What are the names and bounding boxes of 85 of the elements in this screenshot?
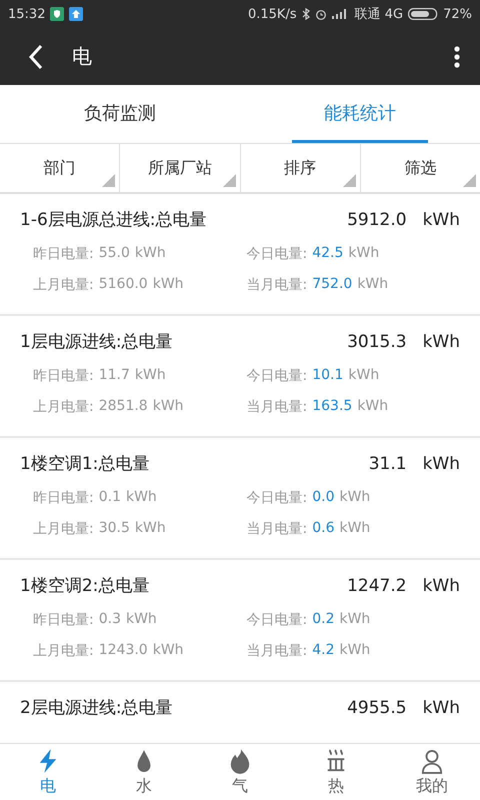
stat-unit: kWh (126, 611, 157, 629)
stat-value: 4.2 (312, 642, 334, 660)
stat-unit: kWh (357, 398, 388, 416)
lightning-icon[interactable] (37, 748, 59, 774)
stat-label: 昨日电量: (33, 489, 94, 507)
stat-unit: kWh (339, 489, 370, 507)
stat-label: 上月电量: (33, 520, 94, 538)
radiator-icon[interactable] (325, 748, 347, 774)
network-speed: 0.15K/s (248, 6, 297, 22)
stat-label: 昨日电量: (33, 367, 94, 385)
stat-label: 今日电量: (246, 611, 308, 629)
stat-label: 今日电量: (246, 245, 308, 263)
stat-unit: kWh (348, 245, 380, 263)
stat-unit: kWh (339, 642, 370, 660)
stat-value: 1243.0 (98, 642, 148, 660)
stat-unit: kWh (152, 276, 184, 294)
stat-label: 昨日电量: (33, 611, 94, 629)
stat-value: 0.6 (312, 520, 334, 538)
stat-value: 0.1 (98, 489, 121, 507)
more-vertical-icon[interactable] (454, 46, 460, 68)
nav-tab[interactable]: 水 (96, 744, 192, 800)
meter-name: 2层电源进线:总电量 (20, 697, 174, 719)
stat-label: 当月电量: (246, 276, 308, 294)
person-icon[interactable] (421, 748, 443, 774)
stat-unit: kWh (152, 398, 184, 416)
stat-unit: kWh (152, 642, 184, 660)
stat-value: 42.5 (312, 245, 344, 263)
app-notification-icon (69, 7, 84, 21)
stat-label: 当月电量: (246, 642, 308, 660)
battery-icon (408, 8, 438, 20)
total-unit: kWh (422, 576, 460, 596)
total-value: 1247.2 (347, 576, 407, 596)
total-value: 31.1 (368, 454, 407, 474)
flame-icon[interactable] (229, 748, 251, 774)
page-title: 电 (72, 43, 93, 70)
meter-name: 1楼空调2:总电量 (20, 575, 150, 597)
stat-value: 0.0 (312, 489, 334, 507)
stat-label: 昨日电量: (33, 245, 94, 263)
meter-name: 1-6层电源总进线:总电量 (20, 209, 208, 231)
stat-label: 当月电量: (246, 398, 308, 416)
stat-value: 752.0 (312, 276, 352, 294)
stat-unit: kWh (339, 520, 370, 538)
stat-label: 今日电量: (246, 367, 308, 385)
stat-unit: kWh (348, 367, 380, 385)
stat-label: 上月电量: (33, 642, 94, 660)
status-time: 15:32 (8, 6, 46, 22)
stat-unit: kWh (134, 367, 166, 385)
total-unit: kWh (422, 698, 460, 718)
stat-value: 55.0 (98, 245, 130, 263)
stat-value: 11.7 (98, 367, 130, 385)
meter-name: 1层电源进线:总电量 (20, 331, 174, 353)
stat-label: 当月电量: (246, 520, 308, 538)
stat-unit: kWh (339, 611, 370, 629)
stat-unit: kWh (126, 489, 157, 507)
nav-tab[interactable]: 电 (0, 744, 96, 800)
stat-value: 2851.8 (98, 398, 148, 416)
stat-label: 上月电量: (33, 398, 94, 416)
total-value: 3015.3 (347, 332, 407, 352)
stat-unit: kWh (134, 245, 166, 263)
bluetooth-icon (302, 8, 310, 20)
stat-value: 30.5 (98, 520, 130, 538)
carrier-label: 联通 4G (354, 6, 404, 23)
shield-app-icon (50, 7, 64, 21)
stat-value: 0.2 (312, 611, 334, 629)
nav-tab[interactable]: 我的 (384, 744, 480, 800)
stat-value: 5160.0 (98, 276, 148, 294)
stat-value: 0.3 (98, 611, 121, 629)
stat-value: 10.1 (312, 367, 344, 385)
total-value: 4955.5 (347, 698, 407, 718)
nav-tab[interactable]: 热 (288, 744, 384, 800)
nav-tab[interactable]: 气 (192, 744, 288, 800)
stat-label: 上月电量: (33, 276, 94, 294)
total-unit: kWh (422, 454, 460, 474)
total-unit: kWh (422, 332, 460, 352)
stat-value: 163.5 (312, 398, 352, 416)
stat-label: 今日电量: (246, 489, 308, 507)
alarm-icon (314, 8, 327, 20)
meter-name: 1楼空调1:总电量 (20, 453, 150, 475)
stat-unit: kWh (134, 520, 166, 538)
tab[interactable]: 负荷监测 (52, 85, 188, 143)
total-unit: kWh (422, 210, 460, 230)
battery-percent: 72% (443, 6, 472, 22)
total-value: 5912.0 (347, 210, 407, 230)
stat-unit: kWh (357, 276, 388, 294)
back-button[interactable] (28, 44, 44, 70)
